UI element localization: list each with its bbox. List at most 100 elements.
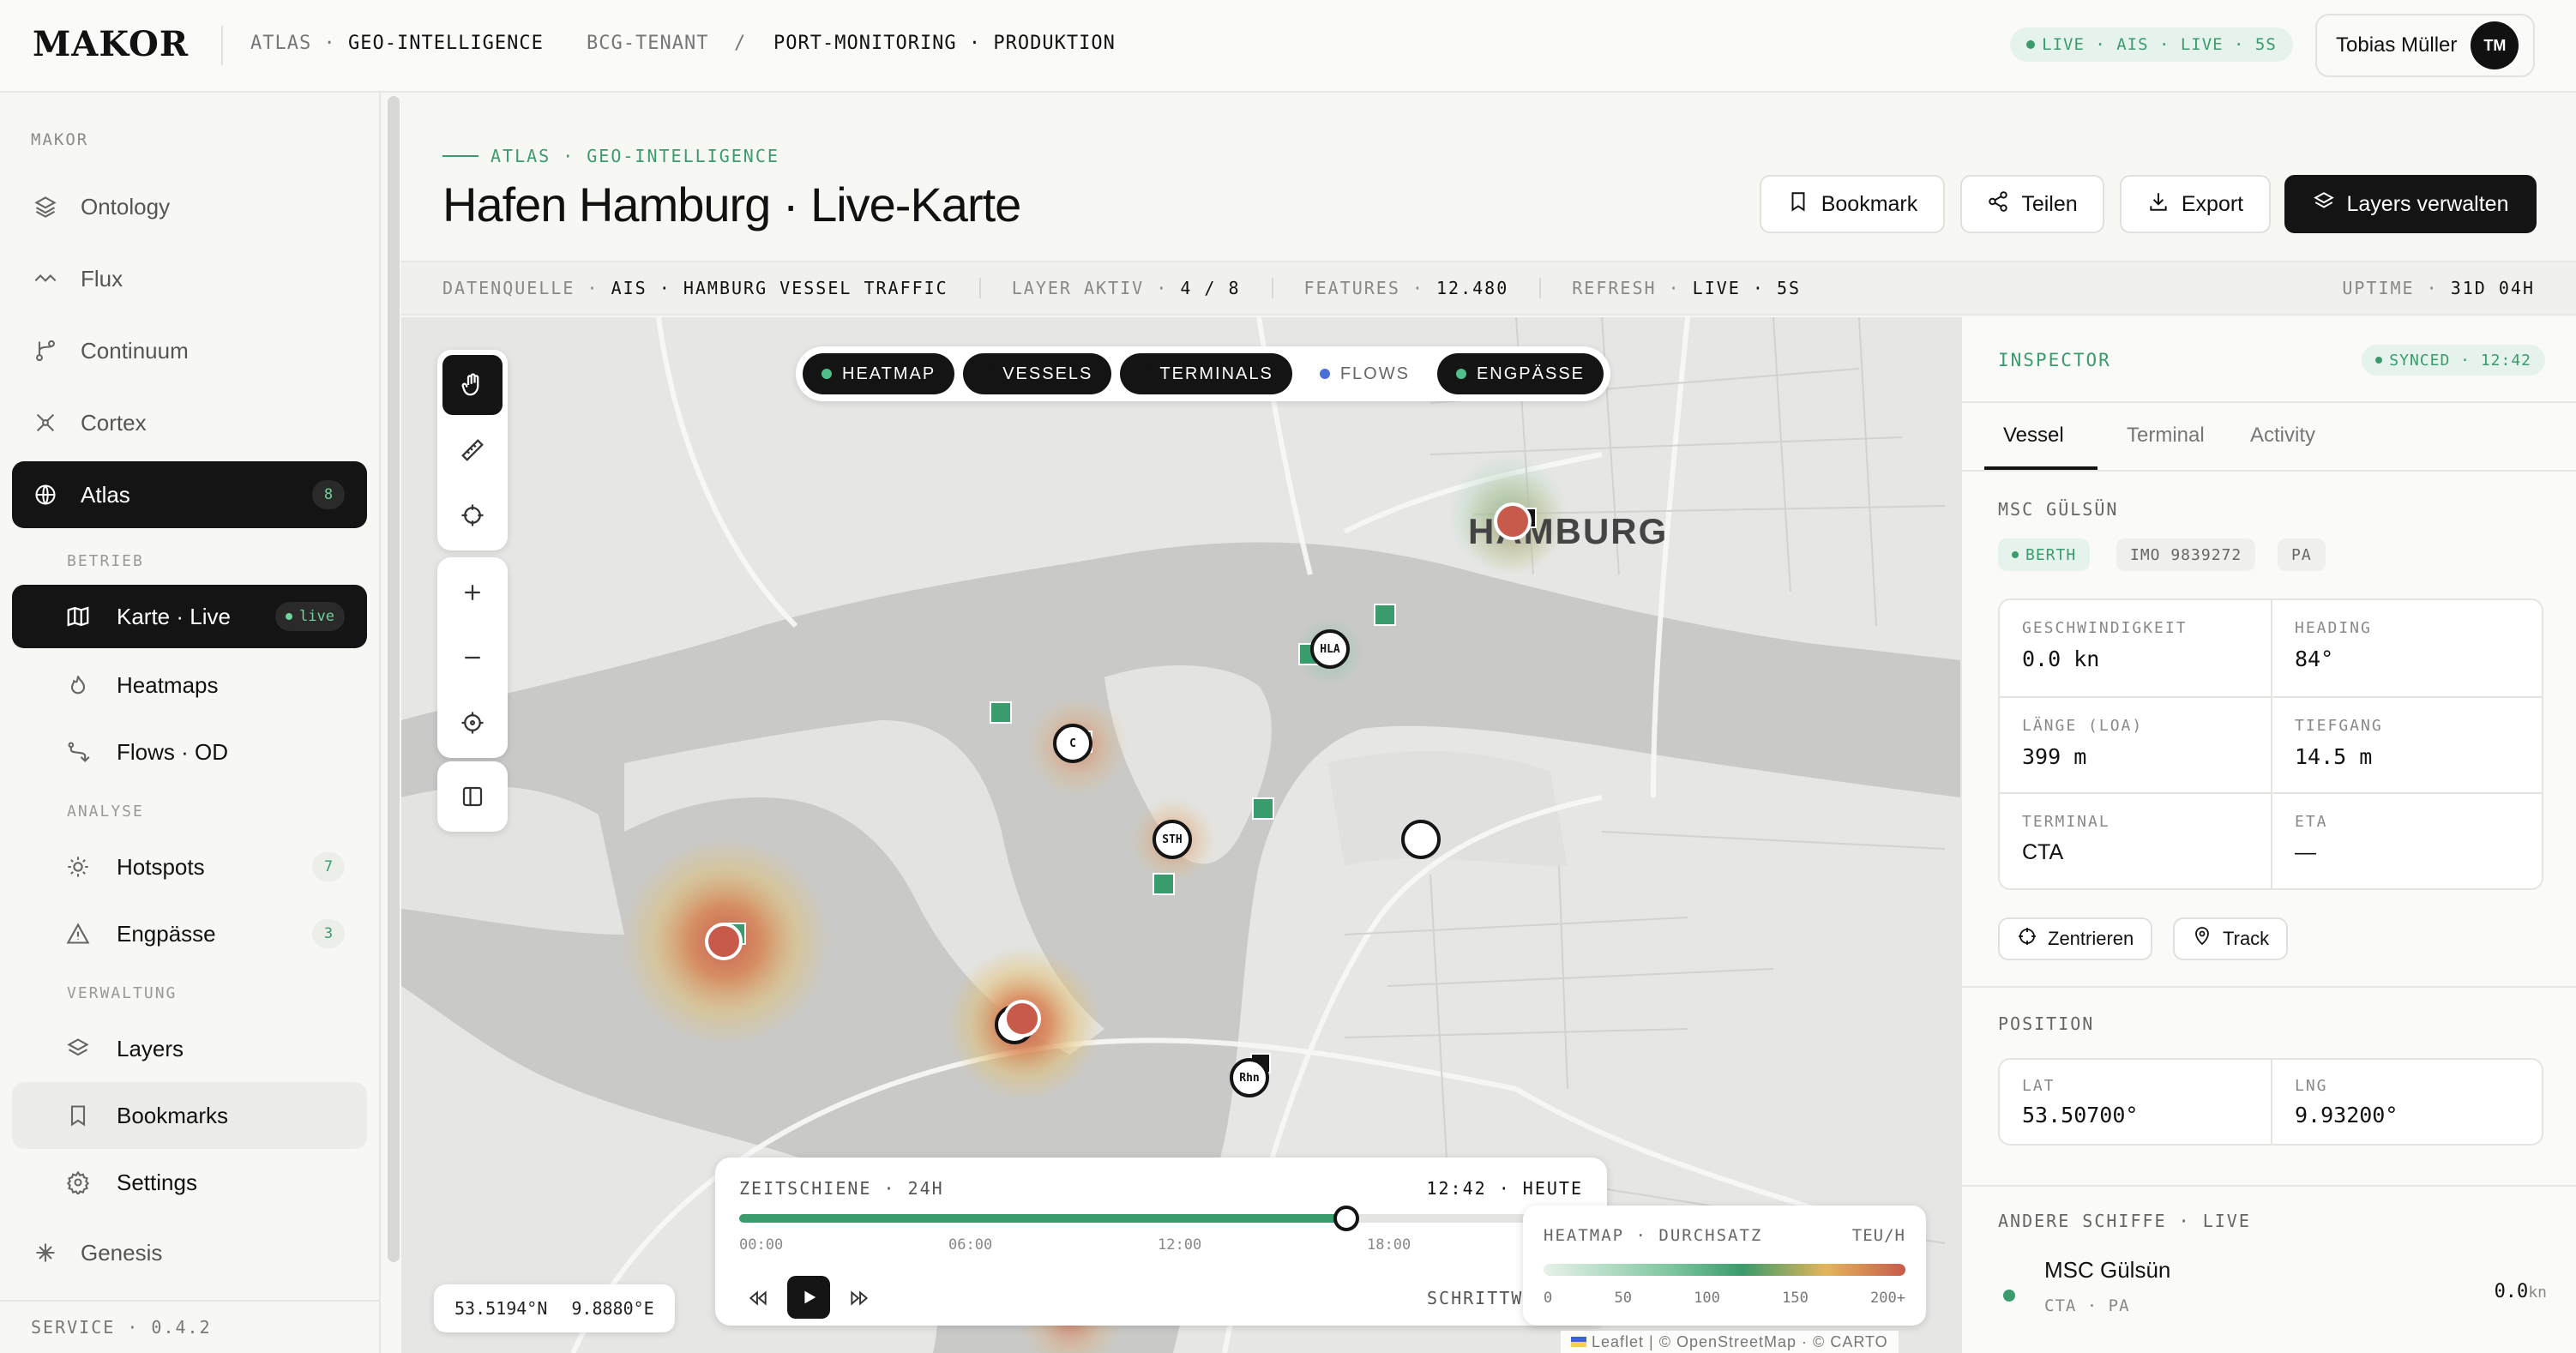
sidebar-item-flows[interactable]: Flows · OD <box>12 719 367 785</box>
tab-terminal[interactable]: Terminal <box>2108 424 2224 466</box>
panel-toggle-icon[interactable] <box>442 767 503 827</box>
sidebar-item-engpaesse[interactable]: Engpässe 3 <box>12 900 367 967</box>
sidebar-item-label: Heatmaps <box>117 671 219 698</box>
pin-icon <box>2192 926 2212 952</box>
sidebar-item-hotspots[interactable]: Hotspots 7 <box>12 833 367 900</box>
export-button[interactable]: Export <box>2120 175 2271 233</box>
user-menu[interactable]: Tobias Müller TM <box>2315 14 2535 77</box>
terminal-marker[interactable]: Rhn <box>1230 1058 1269 1097</box>
sidebar-item-flux[interactable]: Flux <box>12 245 367 312</box>
sidebar-item-layers[interactable]: Layers <box>12 1015 367 1082</box>
map-attribution[interactable]: Leaflet | © OpenStreetMap · © CARTO <box>1561 1331 1899 1353</box>
rewind-icon[interactable] <box>739 1279 777 1317</box>
hotspot-marker[interactable] <box>705 923 743 960</box>
layer-chip-flows[interactable]: FLOWS <box>1301 353 1429 394</box>
meta-layers: LAYER AKTIV · 4 / 8 <box>1011 278 1241 298</box>
count-badge: 3 <box>312 919 345 948</box>
sidebar-item-heatmaps[interactable]: Heatmaps <box>12 652 367 719</box>
sidebar-item-atlas[interactable]: Atlas 8 <box>12 461 367 528</box>
branch-icon <box>33 338 58 364</box>
layer-chip-engpaesse[interactable]: ENGPÄSSE <box>1436 353 1604 394</box>
terminal-marker[interactable] <box>1401 820 1441 859</box>
timeline-scrubber[interactable] <box>1333 1206 1360 1231</box>
vessel-marker[interactable] <box>1252 797 1274 820</box>
layer-chip-vessels[interactable]: VESSELS <box>963 353 1112 394</box>
legend-title: HEATMAP · DURCHSATZ <box>1544 1226 1763 1245</box>
layer-chip-terminals[interactable]: TERMINALS <box>1120 353 1292 394</box>
flag-icon <box>1571 1337 1586 1347</box>
divider <box>1962 1185 2576 1187</box>
route-icon <box>65 739 91 765</box>
workspace-crumb[interactable]: PORT-MONITORING · PRODUKTION <box>773 33 1116 54</box>
map-tools-zoom <box>437 557 508 758</box>
share-button[interactable]: Teilen <box>1960 175 2104 233</box>
manage-layers-button[interactable]: Layers verwalten <box>2284 175 2537 233</box>
download-icon <box>2147 190 2170 219</box>
sidebar-item-settings[interactable]: Settings <box>12 1149 367 1216</box>
sidebar-item-label: Flux <box>81 265 123 292</box>
sidebar-item-karte-live[interactable]: Karte · Live live <box>12 585 367 648</box>
vessel-name: MSC GÜLSÜN <box>1998 499 2119 520</box>
sidebar-item-genesis[interactable]: Genesis <box>12 1219 367 1286</box>
sidebar-item-bookmarks[interactable]: Bookmarks <box>12 1082 367 1149</box>
sidebar-item-label: Flows · OD <box>117 738 228 765</box>
terminal-marker[interactable]: HLA <box>1310 629 1350 669</box>
hotspot-marker[interactable] <box>1003 1000 1041 1037</box>
tab-activity[interactable]: Activity <box>2231 424 2334 466</box>
count-badge: 7 <box>312 852 345 881</box>
imo-badge: IMO 9839272 <box>2116 538 2256 571</box>
crumb-separator: / <box>734 33 747 54</box>
position-lng: LNG 9.93200° <box>2271 1060 2542 1144</box>
bookmark-button[interactable]: Bookmark <box>1760 175 1945 233</box>
detail-length: LÄNGE (LOA) 399 m <box>2000 696 2271 792</box>
sidebar-scrollbar[interactable] <box>388 96 400 1262</box>
legend-unit: TEU/H <box>1851 1226 1905 1245</box>
flame-icon <box>65 672 91 698</box>
sidebar-item-continuum[interactable]: Continuum <box>12 317 367 384</box>
timeline-panel: ZEITSCHIENE · 24H 12:42 · HEUTE 00:00 06… <box>715 1158 1607 1326</box>
locate-icon[interactable] <box>442 693 503 753</box>
live-dot-icon <box>2026 40 2036 49</box>
meta-refresh: REFRESH · LIVE · 5S <box>1572 278 1802 298</box>
vessel-marker[interactable] <box>1374 604 1396 626</box>
hotspot-marker[interactable] <box>1494 502 1532 540</box>
sidebar: MAKOR Ontology Flux Continuum Cortex Atl… <box>0 93 381 1353</box>
sidebar-item-label: Genesis <box>81 1239 163 1266</box>
vessel-marker[interactable] <box>990 701 1012 724</box>
measure-ruler-icon[interactable] <box>442 420 503 480</box>
layer-chip-heatmap[interactable]: HEATMAP <box>803 353 955 394</box>
fast-forward-icon[interactable] <box>840 1279 878 1317</box>
timeline-track[interactable] <box>739 1206 1583 1231</box>
tenant-crumb[interactable]: BCG-TENANT <box>587 33 708 54</box>
detail-speed: GESCHWINDIGKEIT 0.0 kn <box>2022 619 2188 671</box>
list-item[interactable]: MSC Gülsün CTA · PA 0.0kn <box>1962 1252 2576 1353</box>
breadcrumb[interactable]: ATLAS · GEO-INTELLIGENCE <box>250 33 544 54</box>
zoom-in-icon[interactable] <box>442 562 503 622</box>
pan-tool-hand-icon[interactable] <box>442 355 503 415</box>
map-tools-panel <box>437 761 508 832</box>
vessel-marker[interactable] <box>1153 873 1175 895</box>
map-canvas[interactable]: HAMBURG C HLA STH E Rhn HEATMAP VESSELS … <box>401 317 1960 1353</box>
count-badge: 8 <box>312 480 345 509</box>
cursor-coordinates: 53.5194°N 9.8880°E <box>434 1284 675 1332</box>
asterisk-icon <box>33 1240 58 1266</box>
other-vessels-title: ANDERE SCHIFFE · LIVE <box>1998 1211 2251 1231</box>
play-button[interactable] <box>787 1276 830 1319</box>
sidebar-item-label: Layers <box>117 1035 184 1061</box>
timeline-tick: 06:00 <box>948 1236 993 1254</box>
crosshair-icon[interactable] <box>442 485 503 545</box>
terminal-marker[interactable]: STH <box>1153 820 1192 859</box>
timeline-tick: 12:00 <box>1158 1236 1202 1254</box>
sidebar-item-cortex[interactable]: Cortex <box>12 389 367 456</box>
brand-logo[interactable]: MAKOR <box>33 24 189 64</box>
zoom-out-icon[interactable] <box>442 628 503 688</box>
layers-icon <box>33 194 58 219</box>
sidebar-item-ontology[interactable]: Ontology <box>12 173 367 240</box>
terminal-marker[interactable]: C <box>1053 724 1092 763</box>
avatar: TM <box>2471 21 2519 69</box>
timeline-tick: 18:00 <box>1367 1236 1411 1254</box>
tab-vessel[interactable]: Vessel <box>1984 424 2083 466</box>
track-button[interactable]: Track <box>2173 917 2289 960</box>
detail-draft: TIEFGANG 14.5 m <box>2271 696 2542 792</box>
center-button[interactable]: Zentrieren <box>1998 917 2153 960</box>
